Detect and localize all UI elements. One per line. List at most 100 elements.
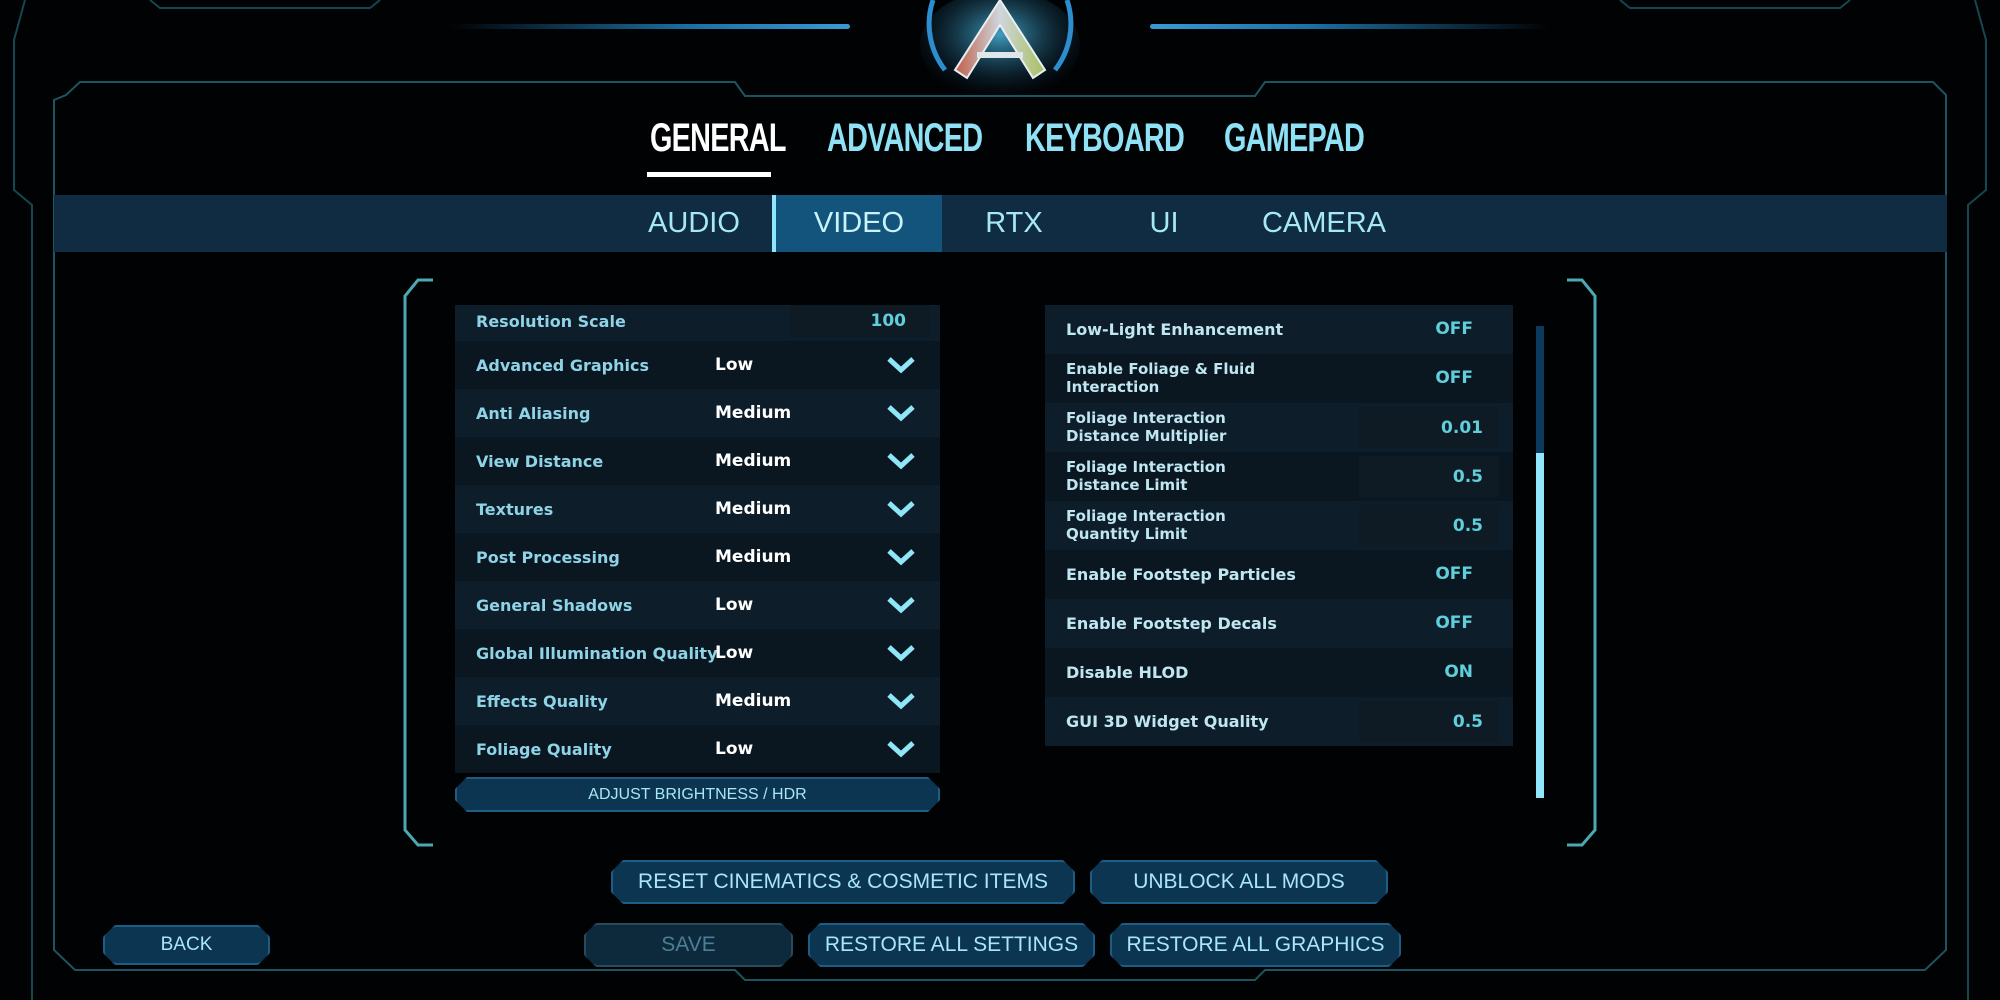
- tab-general[interactable]: GENERAL: [650, 118, 786, 158]
- video-settings-left-panel: Resolution Scale 100 Advanced Graphics Lo…: [455, 305, 940, 773]
- restore-all-graphics-button[interactable]: RESTORE ALL GRAPHICS: [1110, 923, 1401, 967]
- setting-value: 0.5: [1452, 516, 1483, 536]
- reset-cinematics-cosmetic-button[interactable]: RESET CINEMATICS & COSMETIC ITEMS: [611, 860, 1075, 904]
- back-button[interactable]: BACK: [103, 925, 270, 965]
- setting-row-dropdown[interactable]: Global Illumination Quality Low: [455, 629, 940, 677]
- setting-label-line2: Distance Multiplier: [1066, 427, 1227, 445]
- number-input[interactable]: 0.5: [1359, 456, 1499, 497]
- restore-all-settings-button[interactable]: RESTORE ALL SETTINGS: [808, 923, 1095, 967]
- chevron-down-icon[interactable]: [887, 740, 915, 758]
- chevron-down-icon[interactable]: [887, 356, 915, 374]
- setting-label: Anti Aliasing: [476, 404, 591, 423]
- setting-row-dropdown[interactable]: Post Processing Medium: [455, 533, 940, 581]
- subtab-video[interactable]: VIDEO: [772, 195, 942, 252]
- setting-row-toggle[interactable]: Enable Footstep Decals OFF: [1045, 599, 1513, 648]
- dropdown-value[interactable]: Medium: [715, 499, 791, 519]
- chevron-down-icon[interactable]: [887, 404, 915, 422]
- chevron-down-icon[interactable]: [887, 500, 915, 518]
- setting-label: General Shadows: [476, 596, 633, 615]
- setting-row-dropdown[interactable]: Foliage Quality Low: [455, 725, 940, 773]
- number-input[interactable]: 0.5: [1359, 701, 1499, 742]
- dropdown-value[interactable]: Medium: [715, 547, 791, 567]
- dropdown-value[interactable]: Low: [715, 595, 753, 615]
- setting-label: Disable HLOD: [1066, 663, 1189, 682]
- toggle-value[interactable]: OFF: [1435, 564, 1473, 584]
- setting-row-toggle[interactable]: Low-Light Enhancement OFF: [1045, 305, 1513, 354]
- setting-row-dropdown[interactable]: Textures Medium: [455, 485, 940, 533]
- setting-row-toggle[interactable]: Enable Foliage & Fluid Interaction OFF: [1045, 354, 1513, 403]
- setting-label-line2: Interaction: [1066, 378, 1160, 396]
- toggle-value[interactable]: OFF: [1435, 319, 1473, 339]
- top-tab-bar: GENERAL ADVANCED KEYBOARD GAMEPAD: [0, 118, 2000, 178]
- chevron-down-icon[interactable]: [887, 692, 915, 710]
- chevron-down-icon[interactable]: [887, 548, 915, 566]
- setting-row-dropdown[interactable]: Effects Quality Medium: [455, 677, 940, 725]
- tab-keyboard[interactable]: KEYBOARD: [1025, 118, 1185, 158]
- resolution-scale-input[interactable]: 100: [790, 305, 930, 337]
- setting-row-dropdown[interactable]: View Distance Medium: [455, 437, 940, 485]
- setting-row-number[interactable]: Foliage Interaction Distance Multiplier 0.…: [1045, 403, 1513, 452]
- tab-advanced[interactable]: ADVANCED: [827, 118, 983, 158]
- setting-row-dropdown[interactable]: Anti Aliasing Medium: [455, 389, 940, 437]
- number-input[interactable]: 0.5: [1359, 505, 1499, 546]
- setting-label-line2: Distance Limit: [1066, 476, 1188, 494]
- setting-label: Foliage Interaction Distance Limit: [1066, 458, 1226, 494]
- chevron-down-icon[interactable]: [887, 644, 915, 662]
- subtab-rtx[interactable]: RTX: [964, 195, 1064, 252]
- setting-label: Resolution Scale: [476, 312, 626, 331]
- setting-label-line1: Foliage Interaction: [1066, 458, 1226, 476]
- toggle-value[interactable]: OFF: [1435, 368, 1473, 388]
- setting-value: 0.5: [1452, 467, 1483, 487]
- save-button[interactable]: SAVE: [584, 923, 793, 967]
- setting-label: Enable Footstep Particles: [1066, 565, 1296, 584]
- setting-label-line2: Quantity Limit: [1066, 525, 1188, 543]
- setting-row-number[interactable]: GUI 3D Widget Quality 0.5: [1045, 697, 1513, 746]
- setting-label-line1: Foliage Interaction: [1066, 409, 1226, 427]
- video-settings-right-panel: Low-Light Enhancement OFF Enable Foliage &…: [1045, 305, 1513, 746]
- setting-label: Textures: [476, 500, 554, 519]
- setting-label: Foliage Quality: [476, 740, 612, 759]
- subtab-camera[interactable]: CAMERA: [1224, 195, 1424, 252]
- setting-row-toggle[interactable]: Enable Footstep Particles OFF: [1045, 550, 1513, 599]
- toggle-value[interactable]: OFF: [1435, 613, 1473, 633]
- dropdown-value[interactable]: Low: [715, 643, 753, 663]
- toggle-value[interactable]: ON: [1444, 662, 1473, 682]
- adjust-brightness-hdr-button[interactable]: ADJUST BRIGHTNESS / HDR: [455, 777, 940, 812]
- number-input[interactable]: 0.01: [1359, 407, 1499, 448]
- setting-label: Post Processing: [476, 548, 620, 567]
- chevron-down-icon[interactable]: [887, 596, 915, 614]
- scrollbar-track[interactable]: [1536, 326, 1544, 798]
- subtab-ui[interactable]: UI: [1124, 195, 1204, 252]
- setting-label: View Distance: [476, 452, 604, 471]
- subtab-audio[interactable]: AUDIO: [624, 195, 764, 252]
- setting-value: 100: [870, 311, 907, 331]
- header-glow-right: [1150, 24, 1550, 29]
- setting-label: Foliage Interaction Distance Multiplier: [1066, 409, 1226, 445]
- setting-label-line1: Foliage Interaction: [1066, 507, 1226, 525]
- dropdown-value[interactable]: Medium: [715, 691, 791, 711]
- setting-label: Advanced Graphics: [476, 356, 649, 375]
- dropdown-value[interactable]: Low: [715, 739, 753, 759]
- setting-row-dropdown[interactable]: Advanced Graphics Low: [455, 341, 940, 389]
- chevron-down-icon[interactable]: [887, 452, 915, 470]
- setting-row-number[interactable]: Foliage Interaction Quantity Limit 0.5: [1045, 501, 1513, 550]
- setting-label-line1: Enable Foliage & Fluid: [1066, 360, 1256, 378]
- dropdown-value[interactable]: Medium: [715, 451, 791, 471]
- setting-value: 0.01: [1441, 418, 1483, 438]
- setting-label: GUI 3D Widget Quality: [1066, 712, 1269, 731]
- scrollbar-thumb[interactable]: [1536, 453, 1544, 798]
- setting-row-resolution-scale: Resolution Scale 100: [455, 305, 940, 341]
- tab-gamepad[interactable]: GAMEPAD: [1224, 118, 1365, 158]
- unblock-all-mods-button[interactable]: UNBLOCK ALL MODS: [1090, 860, 1388, 904]
- ark-logo-icon: [920, 0, 1080, 95]
- setting-row-toggle[interactable]: Disable HLOD ON: [1045, 648, 1513, 697]
- setting-row-dropdown[interactable]: General Shadows Low: [455, 581, 940, 629]
- dropdown-value[interactable]: Low: [715, 355, 753, 375]
- active-tab-underline: [647, 172, 771, 177]
- dropdown-value[interactable]: Medium: [715, 403, 791, 423]
- setting-label: Global Illumination Quality: [476, 644, 718, 663]
- setting-row-number[interactable]: Foliage Interaction Distance Limit 0.5: [1045, 452, 1513, 501]
- setting-label: Low-Light Enhancement: [1066, 320, 1284, 339]
- setting-label: Foliage Interaction Quantity Limit: [1066, 507, 1226, 543]
- header-glow-left: [450, 24, 850, 29]
